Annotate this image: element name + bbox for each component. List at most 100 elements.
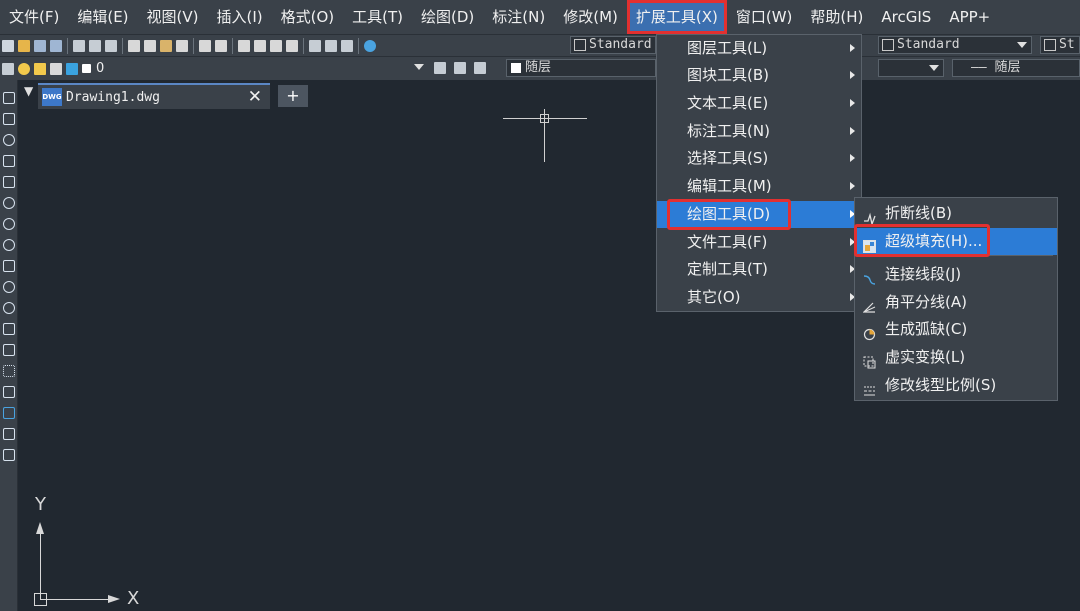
menu-file[interactable]: 文件(F) [0,0,68,34]
ellipse-arc-icon[interactable] [3,302,15,314]
region-icon[interactable] [3,407,15,419]
menu-extension-tools[interactable]: 扩展工具(X) [626,0,727,34]
zoom-previous-icon[interactable] [286,39,298,52]
menu-item-arc-gap[interactable]: 生成弧缺(C) [855,316,1057,343]
menu-item-join-lines[interactable]: 连接线段(J) [855,261,1057,288]
arc-icon[interactable] [3,197,15,209]
menu-format[interactable]: 格式(O) [272,0,344,34]
polyline-icon[interactable] [3,134,15,146]
menu-item-dimension-tools[interactable]: 标注工具(N) [657,118,861,145]
menu-tools[interactable]: 工具(T) [343,0,412,34]
multiline-text-icon[interactable] [3,449,15,461]
tool-palette-icon[interactable] [341,39,353,52]
menu-item-block-tools[interactable]: 图块工具(B) [657,62,861,89]
break-line-icon [863,207,876,227]
linetype-control-combo[interactable]: —— 随层 [952,59,1080,77]
zoom-window-icon[interactable] [270,39,282,52]
paste-icon[interactable] [160,39,172,52]
insert-block-icon[interactable] [3,323,15,335]
make-current-layer-icon[interactable] [434,62,446,74]
menu-item-linetype-scale[interactable]: 修改线型比例(S) [855,372,1057,399]
menu-item-text-tools[interactable]: 文本工具(E) [657,90,861,117]
layer-plot-icon[interactable] [66,62,78,75]
make-block-icon[interactable] [3,344,15,356]
undo-icon[interactable] [199,39,211,52]
text-style-combo[interactable]: Standard [570,36,656,54]
menu-item-other[interactable]: 其它(O) [657,284,861,311]
rectangle-icon[interactable] [3,176,15,188]
menu-view[interactable]: 视图(V) [138,0,208,34]
menu-item-angle-bisector[interactable]: 角平分线(A) [855,289,1057,316]
menu-item-custom-tools[interactable]: 定制工具(T) [657,256,861,283]
layer-dropdown[interactable] [412,61,426,73]
toolbar-separator [193,37,194,54]
menu-edit[interactable]: 编辑(E) [68,0,137,34]
design-center-icon[interactable] [325,39,337,52]
menu-item-label: 定制工具(T) [687,260,768,278]
table-style-combo[interactable]: St [1040,36,1080,54]
construction-line-icon[interactable] [3,113,15,125]
color-control-combo[interactable]: 随层 [506,59,656,77]
hatch-icon[interactable] [3,386,15,398]
menu-window[interactable]: 窗口(W) [727,0,802,34]
ellipse-icon[interactable] [3,281,15,293]
publish-icon[interactable] [105,39,117,52]
revision-cloud-icon[interactable] [3,239,15,251]
match-properties-icon[interactable] [176,39,188,52]
line-icon[interactable] [3,92,15,104]
polygon-icon[interactable] [3,155,15,167]
ucs-x-axis [40,599,117,600]
submenu-arrow-icon [850,99,855,107]
menu-item-layer-tools[interactable]: 图层工具(L) [657,35,861,62]
save-as-icon[interactable] [50,39,62,52]
color-control-dropdown[interactable] [878,59,944,77]
tab-drawing1[interactable]: DWG Drawing1.dwg ✕ [38,83,270,109]
menu-item-dash-solid-switch[interactable]: 虚实变换(L) [855,344,1057,371]
menu-draw[interactable]: 绘图(D) [412,0,483,34]
text-style-icon [574,39,586,51]
spline-icon[interactable] [3,260,15,272]
menu-help[interactable]: 帮助(H) [801,0,872,34]
tab-list-chevron-icon[interactable]: ▼ [24,84,33,98]
menu-app-plus[interactable]: APP+ [940,0,999,34]
dim-style-combo[interactable]: Standard [878,36,1032,54]
toolbar-separator [358,37,359,54]
menu-item-label: 编辑工具(M) [687,177,772,195]
layer-previous-icon[interactable] [454,62,466,74]
plot-preview-icon[interactable] [89,39,101,52]
properties-icon[interactable] [309,39,321,52]
help-icon[interactable] [364,39,376,52]
close-icon[interactable]: ✕ [248,87,262,107]
menu-item-edit-tools[interactable]: 编辑工具(M) [657,173,861,200]
new-tab-button[interactable]: + [278,85,308,107]
layer-on-icon[interactable] [18,62,30,75]
print-icon[interactable] [73,39,85,52]
menu-modify[interactable]: 修改(M) [554,0,627,34]
table-icon[interactable] [3,428,15,440]
menu-dimension[interactable]: 标注(N) [483,0,554,34]
layer-lock-icon[interactable] [50,62,62,75]
layer-freeze-icon[interactable] [34,62,46,75]
redo-icon[interactable] [215,39,227,52]
cut-icon[interactable] [128,39,140,52]
pan-icon[interactable] [238,39,250,52]
menu-item-label: 标注工具(N) [687,122,770,140]
menu-item-break-line[interactable]: 折断线(B) [855,200,1057,227]
open-folder-icon[interactable] [18,39,30,52]
point-icon[interactable] [3,365,15,377]
circle-icon[interactable] [3,218,15,230]
layer-manager-icon[interactable] [2,62,14,75]
menu-item-select-tools[interactable]: 选择工具(S) [657,145,861,172]
save-icon[interactable] [34,39,46,52]
menu-insert[interactable]: 插入(I) [208,0,272,34]
dim-style-icon [882,39,894,51]
ucs-y-arrow-icon [36,522,44,534]
menu-arcgis[interactable]: ArcGIS [872,0,940,34]
new-file-icon[interactable] [2,39,14,52]
layer-name[interactable]: 0 [96,61,396,76]
menu-item-file-tools[interactable]: 文件工具(F) [657,229,861,256]
copy-icon[interactable] [144,39,156,52]
zoom-realtime-icon[interactable] [254,39,266,52]
layer-states-icon[interactable] [474,62,486,74]
color-value: 随层 [525,60,552,75]
